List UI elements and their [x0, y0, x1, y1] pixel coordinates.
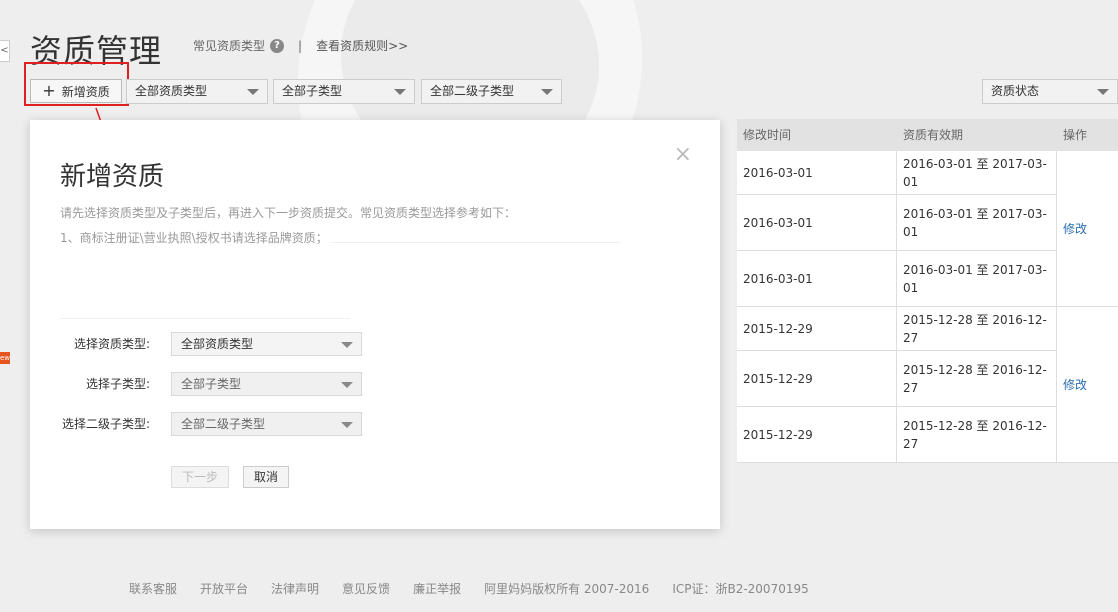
footer-link[interactable]: 开放平台	[200, 580, 248, 597]
annotation-highlight-box	[24, 62, 129, 106]
dialog-description: 请先选择资质类型及子类型后，再进入下一步资质提交。常见资质类型选择参考如下：	[60, 206, 517, 220]
cell-modified: 2015-12-29	[737, 351, 897, 406]
footer-icp[interactable]: ICP证：浙B2-20070195	[672, 580, 808, 597]
edit-link[interactable]: 修改	[1057, 307, 1118, 463]
cell-validity: 2016-03-01 至 2017-03-01	[897, 151, 1057, 194]
dialog-note: 1、商标注册证\营业执照\授权书请选择品牌资质；	[60, 231, 328, 245]
footer-link[interactable]: 意见反馈	[342, 580, 390, 597]
add-qualification-dialog: × 新增资质 请先选择资质类型及子类型后，再进入下一步资质提交。常见资质类型选择…	[30, 120, 720, 529]
divider	[330, 242, 620, 243]
footer-copyright: 阿里妈妈版权所有 2007-2016	[484, 582, 650, 596]
filter-status-value: 资质状态	[991, 84, 1040, 98]
form-row-type: 选择资质类型: 全部资质类型	[30, 332, 430, 356]
cell-validity: 2015-12-28 至 2016-12-27	[897, 307, 1057, 350]
divider	[60, 318, 350, 319]
caret-down-icon	[1097, 89, 1109, 95]
label-subtype: 选择子类型:	[85, 377, 150, 391]
cell-modified: 2016-03-01	[737, 195, 897, 250]
filter-subtype-value: 全部子类型	[282, 84, 343, 98]
edit-link[interactable]: 修改	[1057, 151, 1118, 307]
label-subtype2: 选择二级子类型:	[61, 417, 150, 431]
cell-modified: 2016-03-01	[737, 251, 897, 306]
header-action: 操作	[1063, 128, 1088, 142]
table-header: 修改时间 资质有效期 操作	[737, 119, 1118, 151]
close-icon[interactable]: ×	[674, 144, 692, 166]
footer-links: 联系客服 开放平台 法律声明 意见反馈 廉正举报 阿里妈妈版权所有 2007-2…	[129, 580, 809, 597]
form-row-subtype2: 选择二级子类型: 全部二级子类型	[30, 412, 430, 436]
rules-link[interactable]: 查看资质规则>>	[316, 37, 408, 54]
caret-down-icon	[341, 342, 353, 348]
caret-down-icon	[341, 422, 353, 428]
dialog-title: 新增资质	[60, 162, 165, 192]
subtype2-select[interactable]: 全部二级子类型	[171, 412, 362, 436]
next-step-button[interactable]: 下一步	[171, 466, 229, 488]
label-type: 选择资质类型:	[73, 337, 150, 351]
caret-down-icon	[394, 89, 406, 95]
cell-modified: 2016-03-01	[737, 151, 897, 194]
header-links: 常见资质类型 ? | 查看资质规则>>	[193, 37, 408, 54]
filter-type-select[interactable]: 全部资质类型	[126, 79, 268, 104]
footer-link[interactable]: 廉正举报	[413, 580, 461, 597]
filter-status-select[interactable]: 资质状态	[982, 79, 1118, 104]
type-select[interactable]: 全部资质类型	[171, 332, 362, 356]
cell-validity: 2016-03-01 至 2017-03-01	[897, 195, 1057, 250]
type-select-value: 全部资质类型	[181, 337, 254, 351]
cell-modified: 2015-12-29	[737, 307, 897, 350]
subtype-select[interactable]: 全部子类型	[171, 372, 362, 396]
cell-modified: 2015-12-29	[737, 407, 897, 462]
footer-link[interactable]: 法律声明	[271, 580, 319, 597]
caret-down-icon	[247, 89, 259, 95]
common-types-link[interactable]: 常见资质类型	[193, 37, 265, 54]
qualification-table: 修改时间 资质有效期 操作 2016-03-01 2016-03-01 至 20…	[737, 119, 1118, 463]
cancel-button[interactable]: 取消	[243, 466, 289, 488]
subtype-select-value: 全部子类型	[181, 377, 242, 391]
caret-down-icon	[541, 89, 553, 95]
header-separator: |	[298, 38, 303, 53]
subtype2-select-value: 全部二级子类型	[181, 417, 266, 431]
side-collapse-tab[interactable]: <	[0, 40, 10, 62]
side-new-badge[interactable]: ew	[0, 352, 10, 364]
filter-subtype2-select[interactable]: 全部二级子类型	[421, 79, 562, 104]
caret-down-icon	[341, 382, 353, 388]
cell-validity: 2016-03-01 至 2017-03-01	[897, 251, 1057, 306]
cell-validity: 2015-12-28 至 2016-12-27	[897, 407, 1057, 462]
filter-subtype-select[interactable]: 全部子类型	[273, 79, 415, 104]
header-modified: 修改时间	[743, 128, 792, 142]
filter-type-value: 全部资质类型	[135, 84, 208, 98]
cell-validity: 2015-12-28 至 2016-12-27	[897, 351, 1057, 406]
footer-link[interactable]: 联系客服	[129, 580, 177, 597]
header-validity: 资质有效期	[903, 128, 964, 142]
help-icon[interactable]: ?	[270, 38, 285, 53]
form-row-subtype: 选择子类型: 全部子类型	[30, 372, 430, 396]
filter-subtype2-value: 全部二级子类型	[430, 84, 515, 98]
